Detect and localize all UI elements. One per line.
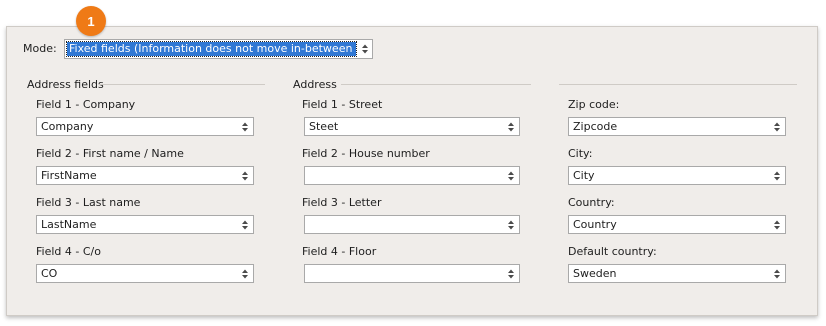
spin-arrows-icon[interactable] (358, 40, 372, 58)
zip-code-select[interactable]: Zipcode (568, 117, 786, 136)
field-1-company-select[interactable]: Company (36, 117, 254, 136)
mode-select[interactable]: Fixed fields (Information does not move … (64, 39, 373, 59)
spin-arrows-icon[interactable] (769, 118, 785, 135)
spin-arrows-icon[interactable] (237, 216, 253, 233)
address-heading: Address (293, 78, 337, 91)
address-settings-panel: Mode: Fixed fields (Information does not… (6, 26, 818, 316)
city-value: City (573, 169, 595, 182)
field-3-last-name-label: Field 3 - Last name (36, 196, 141, 209)
field-3-last-name-value: LastName (41, 218, 97, 231)
spin-arrows-icon[interactable] (237, 118, 253, 135)
field-3-last-name-select[interactable]: LastName (36, 215, 254, 234)
spin-arrows-icon[interactable] (503, 118, 519, 135)
field-2-first-name-label: Field 2 - First name / Name (36, 147, 184, 160)
spin-arrows-icon[interactable] (769, 216, 785, 233)
field-4-floor-select[interactable] (304, 264, 520, 283)
city-label: City: (568, 147, 593, 160)
spin-arrows-icon[interactable] (503, 265, 519, 282)
field-1-street-label: Field 1 - Street (302, 98, 383, 111)
country-select[interactable]: Country (568, 215, 786, 234)
spin-arrows-icon[interactable] (503, 167, 519, 184)
country-label: Country: (568, 196, 615, 209)
field-1-company-label: Field 1 - Company (36, 98, 136, 111)
spin-arrows-icon[interactable] (237, 265, 253, 282)
spin-arrows-icon[interactable] (769, 167, 785, 184)
field-3-letter-label: Field 3 - Letter (302, 196, 382, 209)
city-select[interactable]: City (568, 166, 786, 185)
field-4-co-label: Field 4 - C/o (36, 245, 101, 258)
address-fields-heading: Address fields (27, 78, 104, 91)
field-4-co-select[interactable]: CO (36, 264, 254, 283)
field-1-street-value: Steet (309, 120, 339, 133)
default-country-label: Default country: (568, 245, 657, 258)
country-value: Country (573, 218, 617, 231)
default-country-select[interactable]: Sweden (568, 264, 786, 283)
step-number-badge: 1 (76, 6, 106, 36)
field-2-first-name-value: FirstName (41, 169, 97, 182)
mode-label: Mode: (23, 42, 57, 55)
spin-arrows-icon[interactable] (237, 167, 253, 184)
zip-code-value: Zipcode (573, 120, 618, 133)
field-2-house-number-label: Field 2 - House number (302, 147, 430, 160)
field-2-first-name-select[interactable]: FirstName (36, 166, 254, 185)
section-divider (341, 84, 531, 85)
field-1-street-select[interactable]: Steet (304, 117, 520, 136)
spin-arrows-icon[interactable] (503, 216, 519, 233)
field-3-letter-select[interactable] (304, 215, 520, 234)
zip-code-label: Zip code: (568, 98, 620, 111)
default-country-value: Sweden (573, 267, 617, 280)
section-divider (559, 84, 797, 85)
mode-select-value: Fixed fields (Information does not move … (66, 41, 357, 57)
field-1-company-value: Company (41, 120, 94, 133)
section-divider (99, 84, 265, 85)
spin-arrows-icon[interactable] (769, 265, 785, 282)
field-4-co-value: CO (41, 267, 58, 280)
field-2-house-number-select[interactable] (304, 166, 520, 185)
field-4-floor-label: Field 4 - Floor (302, 245, 377, 258)
